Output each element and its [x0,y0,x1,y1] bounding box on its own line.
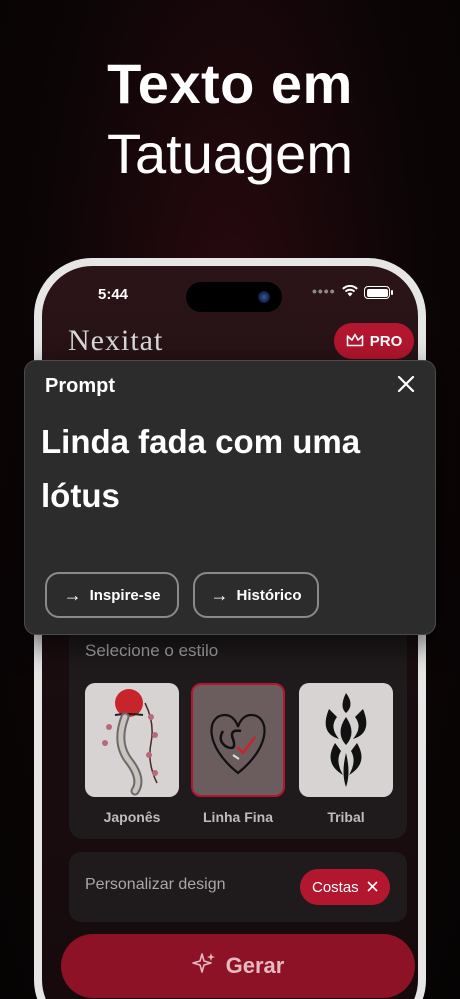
style-option-tribal[interactable]: Tribal [299,683,393,825]
style-selector: Selecione o estilo Japonês Linha Fina Tr… [69,621,407,839]
crown-icon [346,333,364,350]
status-time: 5:44 [98,286,129,303]
arrow-right-icon: → [210,584,229,605]
inspire-button[interactable]: → Inspire-se [45,572,179,618]
style-label-tribal: Tribal [327,809,365,825]
close-icon[interactable] [395,373,417,395]
app-logo: Nexitat [68,324,164,357]
inspire-label: Inspire-se [89,586,161,604]
style-section-title: Selecione o estilo [85,641,219,660]
arrow-right-icon: → [63,584,82,605]
generate-label: Gerar [225,953,285,978]
generate-button[interactable]: Gerar [61,934,415,998]
placement-tag[interactable]: Costas [300,869,390,905]
sparkle-icon [191,951,216,981]
close-icon[interactable] [367,879,378,896]
wifi-icon [342,284,358,301]
prompt-popup: Prompt Linda fada com uma lótus → Inspir… [24,360,436,635]
fine-line-heart-thumbnail [191,683,285,797]
battery-icon [364,286,393,299]
headline-line1: Texto em [107,52,353,115]
status-bar: 5:44 •••• [42,282,418,312]
pro-button[interactable]: PRO [334,323,414,359]
camera-icon [258,291,270,303]
prompt-title: Prompt [45,375,115,397]
prompt-text[interactable]: Linda fada com uma lótus [41,415,421,523]
placement-tag-label: Costas [312,878,359,896]
style-option-linha-fina[interactable]: Linha Fina [191,683,285,825]
japanese-koi-thumbnail [85,683,179,797]
style-label-linha-fina: Linha Fina [203,809,273,825]
headline-line2: Tatuagem [107,122,353,185]
headline: Texto em Tatuagem [0,48,460,188]
pro-label: PRO [369,332,403,350]
history-button[interactable]: → Histórico [193,572,319,618]
customize-label: Personalizar design [85,876,226,893]
history-label: Histórico [236,586,302,604]
customize-design-row[interactable]: Personalizar design Costas [69,852,407,922]
style-option-japones[interactable]: Japonês [85,683,179,825]
tribal-thumbnail [299,683,393,797]
signal-icon: •••• [312,283,336,299]
style-label-japones: Japonês [103,809,161,825]
